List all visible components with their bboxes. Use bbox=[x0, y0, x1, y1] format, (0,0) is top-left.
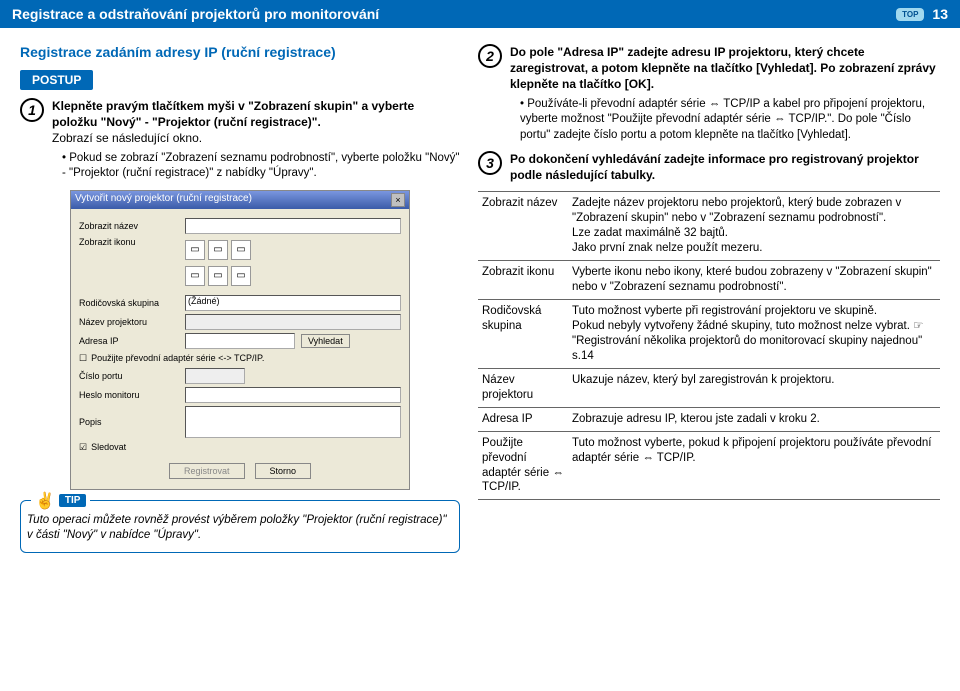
step-1-number: 1 bbox=[20, 98, 44, 122]
cell-val: Ukazuje název, který byl zaregistrován k… bbox=[568, 368, 940, 407]
cell-key: Adresa IP bbox=[478, 407, 568, 431]
step-2-bold: Do pole "Adresa IP" zadejte adresu IP pr… bbox=[510, 44, 940, 93]
cell-key: Použijte převodní adaptér série ⇔ TCP/IP… bbox=[478, 431, 568, 500]
input-display-name[interactable] bbox=[185, 218, 401, 234]
tip-hand-icon: ✌ bbox=[35, 491, 55, 511]
projector-icon[interactable]: ▭ bbox=[208, 240, 228, 260]
table-row: Adresa IPZobrazuje adresu IP, kterou jst… bbox=[478, 407, 940, 431]
lbl-monitor: Sledovat bbox=[91, 442, 126, 452]
search-button[interactable]: Vyhledat bbox=[301, 334, 350, 348]
projector-icon[interactable]: ▭ bbox=[231, 240, 251, 260]
dialog-screenshot: Vytvořit nový projektor (ruční registrac… bbox=[70, 190, 410, 490]
step-2: 2 Do pole "Adresa IP" zadejte adresu IP … bbox=[478, 44, 940, 143]
cell-key: Název projektoru bbox=[478, 368, 568, 407]
lbl-adapter: Použijte převodní adaptér série <-> TCP/… bbox=[91, 353, 264, 363]
cell-key: Zobrazit název bbox=[478, 192, 568, 261]
input-password[interactable] bbox=[185, 387, 401, 403]
top-badge[interactable]: TOP bbox=[896, 8, 924, 21]
lbl-parent-group: Rodičovská skupina bbox=[79, 298, 179, 308]
input-description[interactable] bbox=[185, 406, 401, 438]
table-row: Zobrazit názevZadejte název projektoru n… bbox=[478, 192, 940, 261]
step-1-bold: Klepněte pravým tlačítkem myši v "Zobraz… bbox=[52, 98, 460, 130]
input-ip[interactable] bbox=[185, 333, 295, 349]
cell-val: Zadejte název projektoru nebo projektorů… bbox=[568, 192, 940, 261]
table-row: Rodičovská skupinaTuto možnost vyberte p… bbox=[478, 300, 940, 369]
header-title: Registrace a odstraňování projektorů pro… bbox=[12, 6, 379, 22]
step-2-bullet: Používáte-li převodní adaptér série ⇔ TC… bbox=[510, 97, 940, 144]
step-2-number: 2 bbox=[478, 44, 502, 68]
step-1-line2: Zobrazí se následující okno. bbox=[52, 130, 460, 146]
tip-body: Tuto operaci můžete rovněž provést výběr… bbox=[27, 509, 449, 544]
cell-val: Tuto možnost vyberte, pokud k připojení … bbox=[568, 431, 940, 500]
register-button[interactable]: Registrovat bbox=[169, 463, 245, 479]
projector-icon[interactable]: ▭ bbox=[185, 240, 205, 260]
step-3-number: 3 bbox=[478, 151, 502, 175]
checkbox-adapter[interactable]: ☐ bbox=[79, 353, 87, 364]
section-title: Registrace zadáním adresy IP (ruční regi… bbox=[20, 44, 460, 60]
step-1: 1 Klepněte pravým tlačítkem myši v "Zobr… bbox=[20, 98, 460, 182]
lbl-password: Heslo monitoru bbox=[79, 390, 179, 400]
projector-icon[interactable]: ▭ bbox=[231, 266, 251, 286]
input-projector-name bbox=[185, 314, 401, 330]
input-port bbox=[185, 368, 245, 384]
table-row: Název projektoruUkazuje název, který byl… bbox=[478, 368, 940, 407]
lbl-projector-name: Název projektoru bbox=[79, 317, 179, 327]
tip-label: TIP bbox=[59, 494, 87, 507]
cell-val: Zobrazuje adresu IP, kterou jste zadali … bbox=[568, 407, 940, 431]
header-bar: Registrace a odstraňování projektorů pro… bbox=[0, 0, 960, 28]
table-row: Použijte převodní adaptér série ⇔ TCP/IP… bbox=[478, 431, 940, 500]
step-3: 3 Po dokončení vyhledávání zadejte infor… bbox=[478, 151, 940, 183]
cancel-button[interactable]: Storno bbox=[255, 463, 312, 479]
postup-label: POSTUP bbox=[20, 70, 93, 90]
tip-box: ✌ TIP Tuto operaci můžete rovněž provést… bbox=[20, 500, 460, 553]
close-icon[interactable]: × bbox=[391, 193, 405, 207]
dialog-title: Vytvořit nový projektor (ruční registrac… bbox=[75, 193, 252, 207]
select-parent-group[interactable]: (Žádné) bbox=[185, 295, 401, 311]
lbl-display-icon: Zobrazit ikonu bbox=[79, 237, 179, 247]
lbl-port: Číslo portu bbox=[79, 371, 179, 381]
cell-key: Zobrazit ikonu bbox=[478, 261, 568, 300]
cell-val: Tuto možnost vyberte při registrování pr… bbox=[568, 300, 940, 369]
lbl-description: Popis bbox=[79, 417, 179, 427]
step-3-bold: Po dokončení vyhledávání zadejte informa… bbox=[510, 151, 940, 183]
table-row: Zobrazit ikonuVyberte ikonu nebo ikony, … bbox=[478, 261, 940, 300]
cell-val: Vyberte ikonu nebo ikony, které budou zo… bbox=[568, 261, 940, 300]
info-table: Zobrazit názevZadejte název projektoru n… bbox=[478, 191, 940, 500]
lbl-ip-address: Adresa IP bbox=[79, 336, 179, 346]
step-1-bullet: Pokud se zobrazí "Zobrazení seznamu podr… bbox=[52, 151, 460, 182]
projector-icon[interactable]: ▭ bbox=[208, 266, 228, 286]
cell-key: Rodičovská skupina bbox=[478, 300, 568, 369]
projector-icon[interactable]: ▭ bbox=[185, 266, 205, 286]
page-number: 13 bbox=[932, 6, 948, 22]
checkbox-monitor[interactable]: ☑ bbox=[79, 442, 87, 453]
lbl-display-name: Zobrazit název bbox=[79, 221, 179, 231]
